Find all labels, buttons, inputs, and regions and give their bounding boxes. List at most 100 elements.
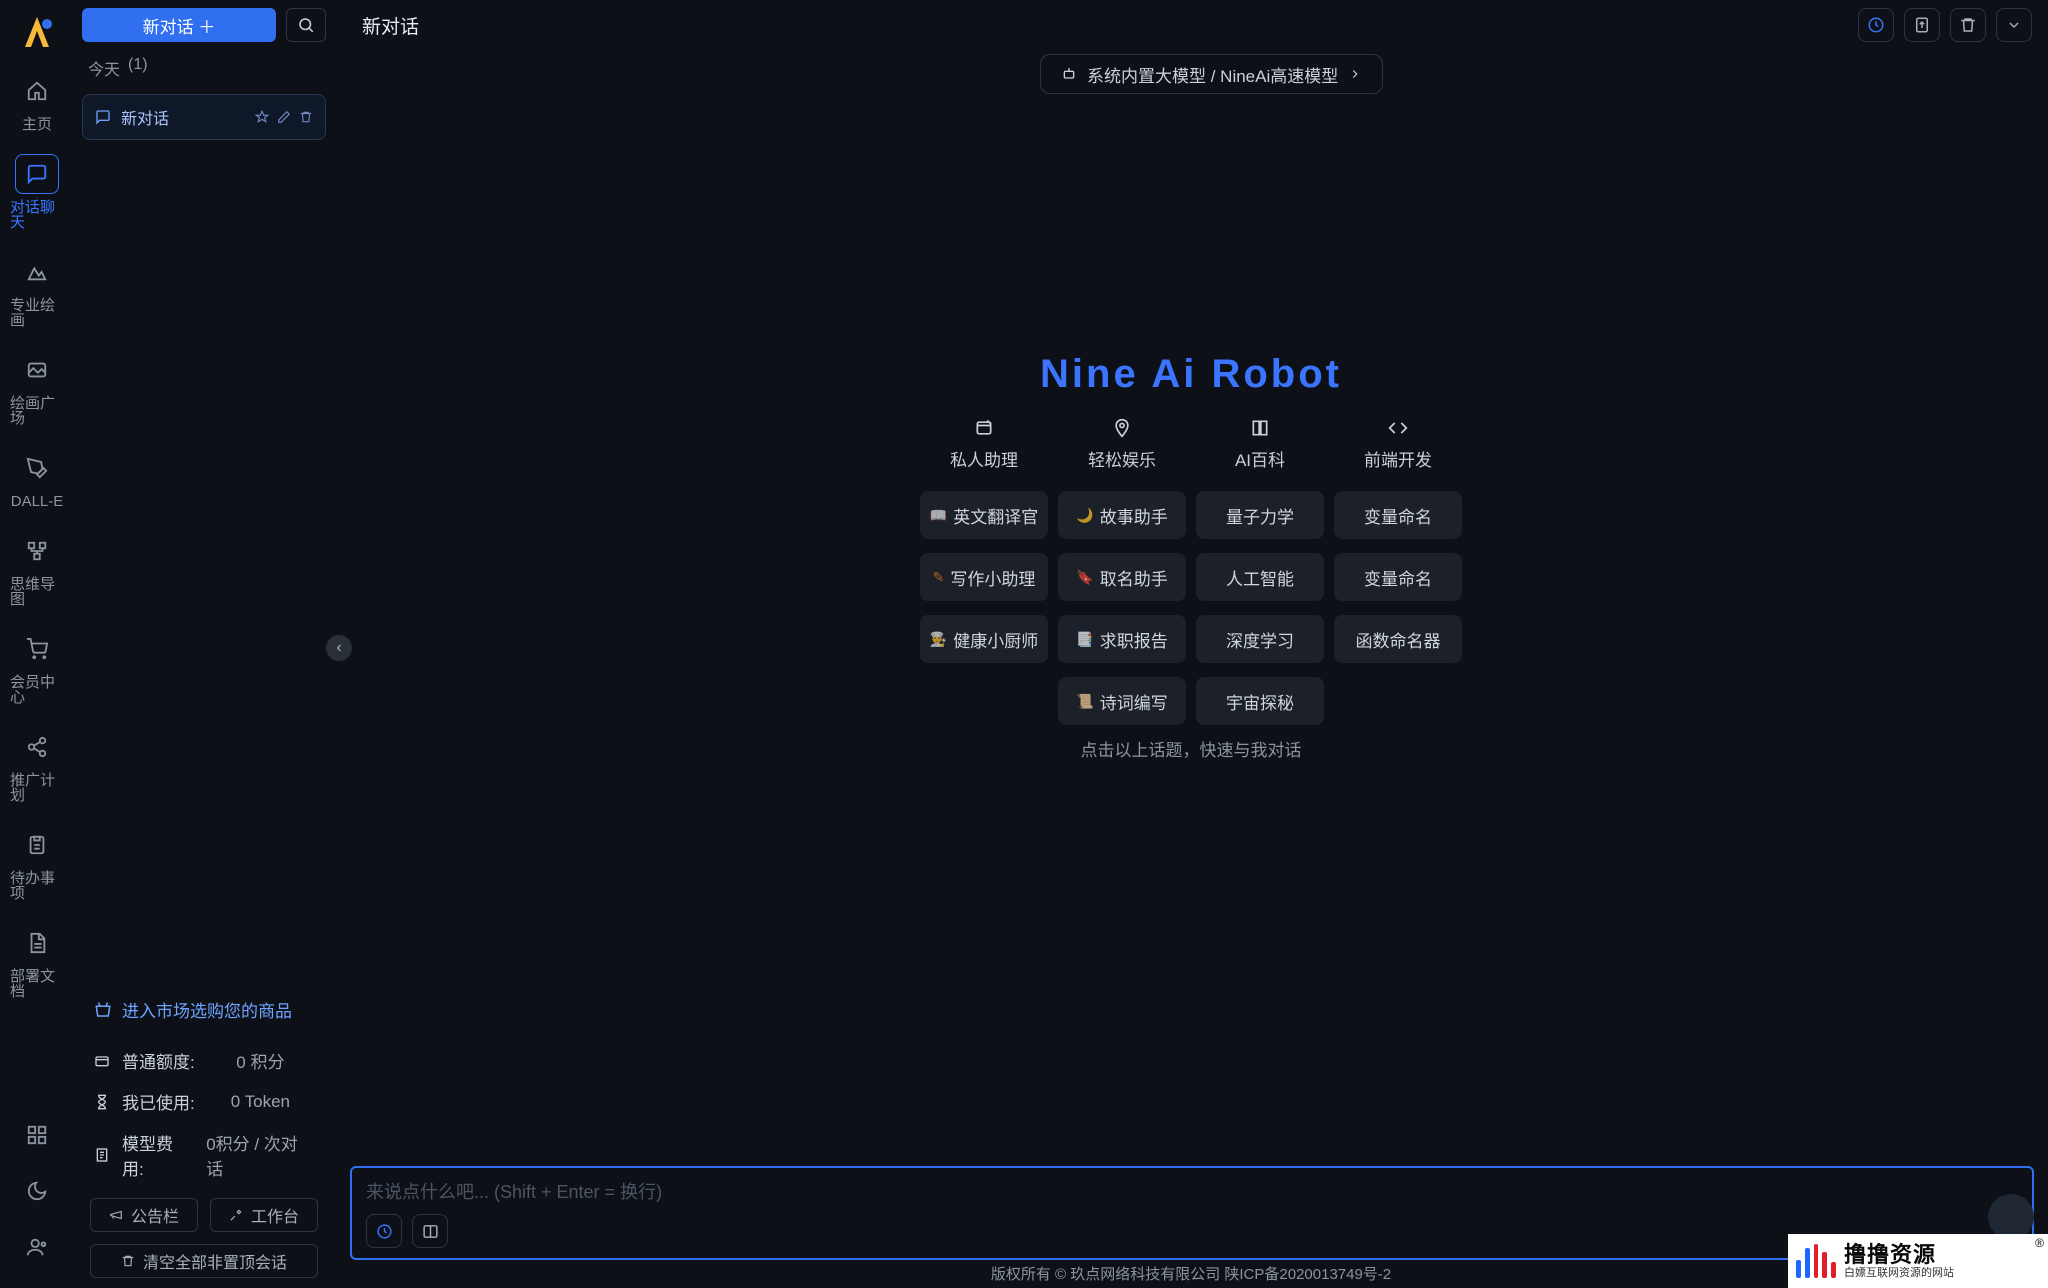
workbench-button[interactable]: 工作台 [210, 1198, 318, 1232]
stat-credit: 普通额度: 0 积分 [82, 1040, 326, 1081]
workbench-label: 工作台 [251, 1203, 299, 1227]
chip-poetry[interactable]: 📜诗词编写 [1058, 677, 1186, 725]
nav-label: 思维导图 [10, 577, 64, 607]
theme-icon[interactable] [22, 1176, 52, 1206]
registered-mark-icon: ® [2035, 1236, 2044, 1250]
nav-home[interactable]: 主页 [10, 71, 64, 132]
more-button[interactable] [1996, 8, 2032, 42]
nav-label: DALL-E [11, 494, 64, 509]
delete-button[interactable] [1950, 8, 1986, 42]
watermark-small: 白嫖互联网资源的网站 [1844, 1267, 1954, 1279]
chip-varname-1[interactable]: 变量命名 [1334, 491, 1462, 539]
chip-ai[interactable]: 人工智能 [1196, 553, 1324, 601]
wallet-icon [94, 1053, 110, 1069]
trash-icon[interactable] [299, 110, 313, 124]
nav-docs[interactable]: 部署文档 [10, 923, 64, 999]
cat-name: 前端开发 [1364, 446, 1432, 471]
nav-dalle[interactable]: DALL-E [10, 448, 64, 509]
clock-icon [1867, 16, 1885, 34]
message-input[interactable] [366, 1178, 2018, 1214]
code-icon [1388, 418, 1408, 438]
logo [15, 10, 60, 55]
chip-label: 量子力学 [1226, 503, 1294, 528]
chip-dl[interactable]: 深度学习 [1196, 615, 1324, 663]
group-today-label: 今天 [88, 56, 120, 80]
group-today-header: 今天 (1) [88, 56, 326, 80]
chat-bubble-icon [95, 109, 111, 125]
nav-promo[interactable]: 推广计划 [10, 727, 64, 803]
mindmap-icon [26, 540, 48, 562]
tools-icon [229, 1208, 243, 1222]
search-icon [297, 16, 315, 34]
composer-history-button[interactable] [366, 1214, 402, 1248]
edit-icon[interactable] [277, 110, 291, 124]
stat-used: 我已使用: 0 Token [82, 1081, 326, 1122]
nav-chat[interactable]: 对话聊天 [10, 154, 64, 230]
nav-label: 部署文档 [10, 969, 64, 999]
history-button[interactable] [1858, 8, 1894, 42]
translate-icon: 📖 [930, 507, 947, 524]
page-title: 新对话 [362, 12, 419, 39]
clock-icon [376, 1223, 393, 1240]
stat-label: 普通额度: [122, 1048, 195, 1073]
report-icon: 📑 [1076, 631, 1093, 648]
nav-label: 待办事项 [10, 871, 64, 901]
chip-quantum[interactable]: 量子力学 [1196, 491, 1324, 539]
composer-split-button[interactable] [412, 1214, 448, 1248]
nav-label: 会员中心 [10, 675, 64, 705]
home-icon [26, 80, 48, 102]
chip-label: 宇宙探秘 [1226, 689, 1294, 714]
chip-resume[interactable]: 📑求职报告 [1058, 615, 1186, 663]
watermark-logo-icon [1796, 1244, 1836, 1278]
chip-health[interactable]: 👨‍🍳健康小厨师 [920, 615, 1048, 663]
collapse-sidebar-button[interactable]: ‹ [326, 635, 352, 661]
composer [350, 1166, 2034, 1260]
settings-icon[interactable] [22, 1120, 52, 1150]
nav-label: 专业绘画 [10, 298, 64, 328]
stat-value: 0 Token [231, 1092, 290, 1112]
bulletin-label: 公告栏 [131, 1203, 179, 1227]
search-button[interactable] [286, 8, 326, 42]
hero-hint: 点击以上话题，快速与我对话 [334, 736, 2048, 761]
conversation-item[interactable]: 新对话 [82, 94, 326, 140]
chip-naming[interactable]: 🔖取名助手 [1058, 553, 1186, 601]
basket-icon [94, 1001, 112, 1019]
shop-link[interactable]: 进入市场选购您的商品 [82, 989, 326, 1040]
chip-translate[interactable]: 📖英文翻译官 [920, 491, 1048, 539]
cat-name: 私人助理 [950, 446, 1018, 471]
stat-value: 0 积分 [236, 1048, 284, 1073]
user-icon[interactable] [22, 1232, 52, 1262]
watermark-big: 撸撸资源 [1844, 1243, 1954, 1267]
nav-mindmap[interactable]: 思维导图 [10, 531, 64, 607]
export-button[interactable] [1904, 8, 1940, 42]
chip-varname-2[interactable]: 变量命名 [1334, 553, 1462, 601]
clear-button[interactable]: 清空全部非置顶会话 [90, 1244, 318, 1278]
stat-label: 我已使用: [122, 1089, 195, 1114]
chip-label: 变量命名 [1364, 503, 1432, 528]
new-chat-button[interactable]: 新对话 ＋ [82, 8, 276, 42]
cat-col-fun: 轻松娱乐 🌙故事助手 🔖取名助手 📑求职报告 📜诗词编写 [1053, 418, 1191, 725]
chip-label: 健康小厨师 [953, 627, 1038, 652]
trash-icon [121, 1254, 135, 1268]
mountain-icon [26, 261, 48, 283]
nav-draw[interactable]: 专业绘画 [10, 252, 64, 328]
bulletin-button[interactable]: 公告栏 [90, 1198, 198, 1232]
hourglass-icon [94, 1094, 110, 1110]
nav-label: 绘画广场 [10, 396, 64, 426]
hero-title: Nine Ai Robot [334, 352, 2048, 397]
nav-gallery[interactable]: 绘画广场 [10, 350, 64, 426]
stat-label: 模型费用: [122, 1130, 194, 1180]
nav-member[interactable]: 会员中心 [10, 629, 64, 705]
chip-story[interactable]: 🌙故事助手 [1058, 491, 1186, 539]
model-selector[interactable]: 系统内置大模型 / NineAi高速模型 [1040, 54, 1383, 94]
cart-icon [26, 638, 48, 660]
poem-icon: 📜 [1076, 693, 1093, 710]
chip-label: 函数命名器 [1356, 627, 1441, 652]
chip-universe[interactable]: 宇宙探秘 [1196, 677, 1324, 725]
chip-writer[interactable]: ✎写作小助理 [920, 553, 1048, 601]
pin-icon[interactable] [255, 110, 269, 124]
nav-todo[interactable]: 待办事项 [10, 825, 64, 901]
chip-funcname[interactable]: 函数命名器 [1334, 615, 1462, 663]
chevron-right-icon [1348, 67, 1362, 81]
clipboard-icon [26, 834, 48, 856]
